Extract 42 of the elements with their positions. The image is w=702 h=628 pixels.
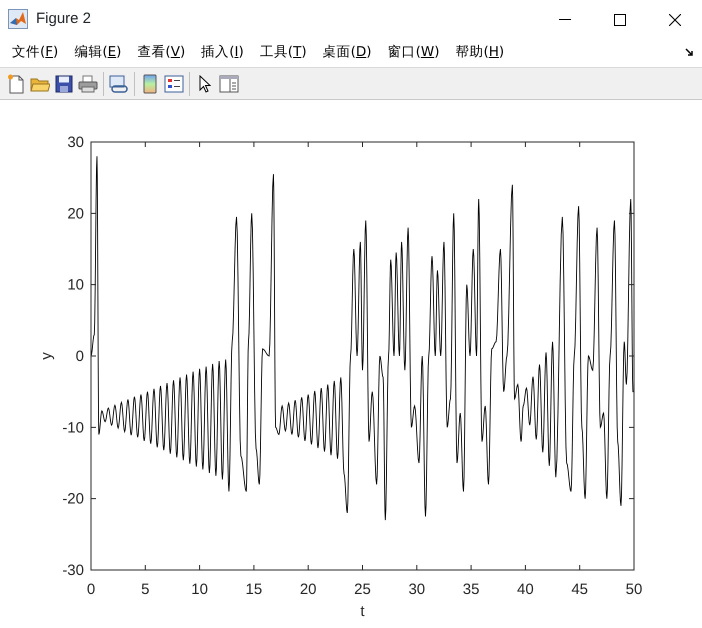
x-tick-label: 20 [300,581,317,598]
x-tick-label: 35 [462,581,480,598]
menu-item[interactable]: 编辑(E) [66,40,130,65]
menu-item[interactable]: 窗口(W) [380,40,448,65]
menu-item[interactable]: 帮助(H) [447,40,512,65]
menu-item[interactable]: 查看(V) [129,40,194,65]
maximize-icon [614,14,626,26]
new-document-icon [7,74,25,94]
y-axis-label: y [38,352,55,360]
menu-item[interactable]: 插入(I) [193,40,252,65]
x-tick-label: 15 [246,581,262,598]
menu-item[interactable]: 文件(F) [4,40,66,65]
menu-item[interactable]: 工具(T) [252,40,315,65]
x-tick-label: 0 [86,581,96,598]
folder-icon [30,76,50,92]
x-tick-label: 40 [517,581,534,598]
window-title: Figure 2 [36,8,92,29]
x-tick-label: 45 [571,581,588,598]
dock-arrow-icon[interactable] [685,48,694,57]
menu-item[interactable]: 桌面(D) [314,40,380,65]
x-tick-label: 10 [191,581,208,598]
printer-icon [78,74,98,92]
y-tick-label: 10 [67,276,84,294]
x-tick-label: 50 [626,581,642,598]
minimize-icon [558,18,570,21]
cursor-arrow-icon [199,74,211,92]
x-tick-label: 30 [408,581,426,598]
app-logo-icon [8,9,28,29]
y-tick-label: 30 [67,134,84,151]
close-icon [668,14,680,26]
y-tick-label: 20 [67,205,84,222]
linked-plot-icon [109,74,129,94]
x-tick-label: 5 [141,581,150,598]
x-axis-label: t [360,603,365,620]
legend-icon [164,74,184,92]
colorbar-icon [143,74,157,94]
y-tick-label: -30 [62,562,84,579]
panel-layout-icon [219,74,239,92]
y-tick-label: 0 [76,348,84,365]
y-tick-label: -10 [62,419,84,436]
x-tick-label: 25 [354,581,371,598]
y-tick-label: -20 [62,490,84,508]
